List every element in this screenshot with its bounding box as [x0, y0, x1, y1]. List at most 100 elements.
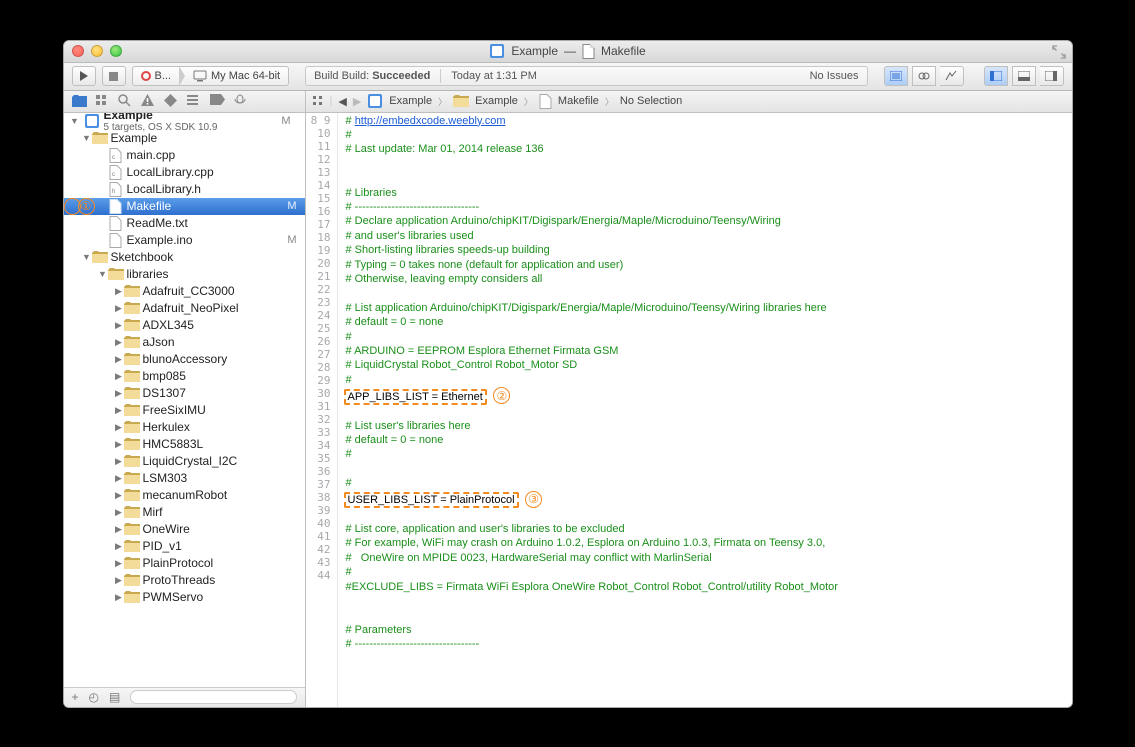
- breakpoint-navigator-icon[interactable]: [210, 94, 225, 109]
- scheme-selector[interactable]: B... My Mac 64-bit: [132, 66, 290, 86]
- log-navigator-icon[interactable]: [233, 94, 248, 109]
- add-button[interactable]: +: [72, 690, 79, 704]
- test-navigator-icon[interactable]: [164, 94, 179, 109]
- disclosure-icon[interactable]: ▼: [70, 116, 80, 126]
- folder-row[interactable]: ▼Sketchbook: [64, 249, 305, 266]
- version-editor-button[interactable]: [940, 66, 964, 86]
- filter-field[interactable]: [130, 690, 296, 704]
- disclosure-icon[interactable]: ▶: [114, 473, 124, 484]
- scm-filter-icon[interactable]: ▤: [109, 690, 120, 704]
- folder-row[interactable]: ▶Herkulex: [64, 419, 305, 436]
- folder-icon: [124, 319, 140, 332]
- standard-editor-button[interactable]: [884, 66, 908, 86]
- disclosure-icon[interactable]: ▶: [114, 558, 124, 569]
- folder-icon: [124, 489, 140, 502]
- folder-row[interactable]: ▶Adafruit_NeoPixel: [64, 300, 305, 317]
- folder-icon: [124, 472, 140, 485]
- jump-file[interactable]: Makefile: [558, 95, 599, 107]
- file-row[interactable]: ReadMe.txt: [64, 215, 305, 232]
- svg-text:h: h: [112, 189, 115, 195]
- file-row[interactable]: cLocalLibrary.cpp: [64, 164, 305, 181]
- jump-folder[interactable]: Example: [475, 95, 518, 107]
- code-editor[interactable]: 8 9 10 11 12 13 14 15 16 17 18 19 20 21 …: [306, 113, 1072, 707]
- toggle-utilities-button[interactable]: [1040, 66, 1064, 86]
- folder-icon: [124, 336, 140, 349]
- disclosure-icon[interactable]: ▶: [114, 422, 124, 433]
- disclosure-icon[interactable]: ▶: [114, 388, 124, 399]
- disclosure-icon[interactable]: ▶: [114, 320, 124, 331]
- stop-button[interactable]: [102, 66, 126, 86]
- toggle-navigator-button[interactable]: [984, 66, 1008, 86]
- folder-row[interactable]: ▶LiquidCrystal_I2C: [64, 453, 305, 470]
- disclosure-icon[interactable]: ▶: [114, 354, 124, 365]
- folder-icon: [453, 95, 469, 108]
- project-root[interactable]: ▼ Example5 targets, OS X SDK 10.9 M: [64, 113, 305, 130]
- code-content[interactable]: # http://embedxcode.weebly.com # # Last …: [338, 113, 1072, 707]
- folder-row[interactable]: ▶PID_v1: [64, 538, 305, 555]
- minimize-button[interactable]: [91, 45, 103, 57]
- file-row[interactable]: Example.inoM: [64, 232, 305, 249]
- jump-symbol[interactable]: No Selection: [620, 95, 682, 107]
- folder-row[interactable]: ▶ProtoThreads: [64, 572, 305, 589]
- disclosure-icon[interactable]: ▶: [114, 337, 124, 348]
- recent-filter-icon[interactable]: ◴: [89, 690, 99, 704]
- issue-navigator-icon[interactable]: [141, 94, 156, 109]
- url-link[interactable]: http://embedxcode.weebly.com: [355, 115, 506, 127]
- back-button[interactable]: ◀: [338, 95, 346, 108]
- folder-row[interactable]: ▼libraries: [64, 266, 305, 283]
- file-row-selected[interactable]: MakefileM ①: [64, 198, 305, 215]
- disclosure-icon[interactable]: ▶: [114, 303, 124, 314]
- folder-label: OneWire: [143, 522, 190, 536]
- file-tree[interactable]: ▼ Example5 targets, OS X SDK 10.9 M ▼ Exa…: [64, 113, 305, 687]
- folder-row[interactable]: ▶PWMServo: [64, 589, 305, 606]
- disclosure-icon[interactable]: ▶: [114, 592, 124, 603]
- folder-row[interactable]: ▶FreeSixIMU: [64, 402, 305, 419]
- disclosure-icon[interactable]: ▶: [114, 524, 124, 535]
- traffic-lights: [72, 45, 122, 57]
- folder-row[interactable]: ▶Mirf: [64, 504, 305, 521]
- activity-view: Build Build: Succeeded Today at 1:31 PM …: [305, 66, 867, 86]
- forward-button[interactable]: ▶: [353, 95, 361, 108]
- folder-row[interactable]: ▶Adafruit_CC3000: [64, 283, 305, 300]
- disclosure-icon[interactable]: ▶: [114, 405, 124, 416]
- folder-row[interactable]: ▶LSM303: [64, 470, 305, 487]
- jump-bar[interactable]: | ◀ ▶ Example〉 Example〉 Makefile〉 No Sel…: [306, 91, 1072, 113]
- disclosure-icon[interactable]: ▶: [114, 456, 124, 467]
- body: ▼ Example5 targets, OS X SDK 10.9 M ▼ Exa…: [64, 91, 1072, 707]
- zoom-button[interactable]: [110, 45, 122, 57]
- folder-row[interactable]: ▶bmp085: [64, 368, 305, 385]
- folder-row[interactable]: ▶DS1307: [64, 385, 305, 402]
- folder-icon: [124, 506, 140, 519]
- disclosure-icon[interactable]: ▶: [114, 490, 124, 501]
- disclosure-icon[interactable]: ▶: [114, 286, 124, 297]
- folder-row[interactable]: ▶ OneWire: [64, 521, 305, 538]
- symbol-navigator-icon[interactable]: [95, 94, 110, 109]
- disclosure-icon[interactable]: ▶: [114, 541, 124, 552]
- assistant-editor-button[interactable]: [912, 66, 936, 86]
- run-button[interactable]: [72, 66, 96, 86]
- txt-file-icon: [109, 216, 122, 231]
- search-navigator-icon[interactable]: [118, 94, 133, 109]
- file-row[interactable]: cmain.cpp: [64, 147, 305, 164]
- folder-row[interactable]: ▶mecanumRobot: [64, 487, 305, 504]
- folder-row[interactable]: ▶ADXL345: [64, 317, 305, 334]
- folder-row[interactable]: ▶HMC5883L: [64, 436, 305, 453]
- fullscreen-icon[interactable]: [1052, 45, 1066, 59]
- disclosure-icon[interactable]: ▶: [114, 439, 124, 450]
- close-button[interactable]: [72, 45, 84, 57]
- related-items-icon[interactable]: [312, 95, 324, 107]
- disclosure-icon[interactable]: ▶: [114, 507, 124, 518]
- folder-row[interactable]: ▶aJson: [64, 334, 305, 351]
- highlighted-code: APP_LIBS_LIST = Ethernet: [344, 389, 487, 405]
- toggle-debug-button[interactable]: [1012, 66, 1036, 86]
- folder-row[interactable]: ▶PlainProtocol: [64, 555, 305, 572]
- disclosure-icon[interactable]: ▶: [114, 371, 124, 382]
- folder-row[interactable]: ▶blunoAccessory: [64, 351, 305, 368]
- file-row[interactable]: hLocalLibrary.h: [64, 181, 305, 198]
- folder-icon: [108, 268, 124, 281]
- jump-project[interactable]: Example: [389, 95, 432, 107]
- project-navigator-icon[interactable]: [72, 94, 87, 109]
- titlebar: Example — Makefile: [64, 41, 1072, 63]
- debug-navigator-icon[interactable]: [187, 94, 202, 109]
- disclosure-icon[interactable]: ▶: [114, 575, 124, 586]
